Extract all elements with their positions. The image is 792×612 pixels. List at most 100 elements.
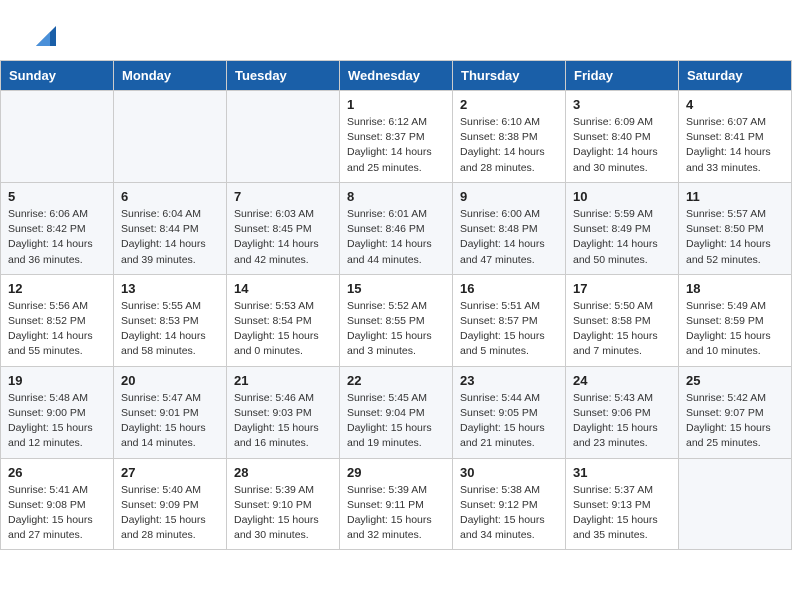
day-number: 25 bbox=[686, 373, 784, 388]
calendar-cell: 13 Sunrise: 5:55 AM Sunset: 8:53 PM Dayli… bbox=[114, 274, 227, 366]
day-info: Sunrise: 5:59 AM Sunset: 8:49 PM Dayligh… bbox=[573, 207, 671, 268]
day-info: Sunrise: 5:37 AM Sunset: 9:13 PM Dayligh… bbox=[573, 483, 671, 544]
day-info: Sunrise: 6:12 AM Sunset: 8:37 PM Dayligh… bbox=[347, 115, 445, 176]
day-number: 13 bbox=[121, 281, 219, 296]
calendar-cell: 19Sunrise: 5:48 AM Sunset: 9:00 PM Dayli… bbox=[1, 366, 114, 458]
logo bbox=[24, 18, 60, 50]
calendar-cell: 16 Sunrise: 5:51 AM Sunset: 8:57 PM Dayli… bbox=[453, 274, 566, 366]
calendar-cell: 4 Sunrise: 6:07 AM Sunset: 8:41 PM Daylig… bbox=[679, 91, 792, 183]
calendar-cell bbox=[114, 91, 227, 183]
day-number: 8 bbox=[347, 189, 445, 204]
week-row-5: 26 Sunrise: 5:41 AM Sunset: 9:08 PM Dayli… bbox=[1, 458, 792, 550]
day-info: Sunrise: 6:10 AM Sunset: 8:38 PM Dayligh… bbox=[460, 115, 558, 176]
day-info: Sunrise: 5:46 AM Sunset: 9:03 PM Dayligh… bbox=[234, 391, 332, 452]
calendar-cell: 29 Sunrise: 5:39 AM Sunset: 9:11 PM Dayli… bbox=[340, 458, 453, 550]
day-number: 17 bbox=[573, 281, 671, 296]
day-number: 7 bbox=[234, 189, 332, 204]
day-info: Sunrise: 5:38 AM Sunset: 9:12 PM Dayligh… bbox=[460, 483, 558, 544]
calendar-cell: 20 Sunrise: 5:47 AM Sunset: 9:01 PM Dayli… bbox=[114, 366, 227, 458]
day-number: 31 bbox=[573, 465, 671, 480]
calendar-cell: 2Sunrise: 6:10 AM Sunset: 8:38 PM Daylig… bbox=[453, 91, 566, 183]
day-info: Sunrise: 5:57 AM Sunset: 8:50 PM Dayligh… bbox=[686, 207, 784, 268]
day-info: Sunrise: 5:39 AM Sunset: 9:10 PM Dayligh… bbox=[234, 483, 332, 544]
day-number: 3 bbox=[573, 97, 671, 112]
day-number: 18 bbox=[686, 281, 784, 296]
day-info: Sunrise: 5:45 AM Sunset: 9:04 PM Dayligh… bbox=[347, 391, 445, 452]
day-info: Sunrise: 5:53 AM Sunset: 8:54 PM Dayligh… bbox=[234, 299, 332, 360]
day-number: 26 bbox=[8, 465, 106, 480]
week-row-4: 19Sunrise: 5:48 AM Sunset: 9:00 PM Dayli… bbox=[1, 366, 792, 458]
day-info: Sunrise: 5:39 AM Sunset: 9:11 PM Dayligh… bbox=[347, 483, 445, 544]
logo-icon bbox=[28, 18, 60, 50]
day-number: 16 bbox=[460, 281, 558, 296]
day-info: Sunrise: 5:55 AM Sunset: 8:53 PM Dayligh… bbox=[121, 299, 219, 360]
day-info: Sunrise: 5:47 AM Sunset: 9:01 PM Dayligh… bbox=[121, 391, 219, 452]
calendar-cell: 11 Sunrise: 5:57 AM Sunset: 8:50 PM Dayli… bbox=[679, 182, 792, 274]
calendar-cell: 6 Sunrise: 6:04 AM Sunset: 8:44 PM Daylig… bbox=[114, 182, 227, 274]
calendar-cell: 14Sunrise: 5:53 AM Sunset: 8:54 PM Dayli… bbox=[227, 274, 340, 366]
day-number: 20 bbox=[121, 373, 219, 388]
day-number: 19 bbox=[8, 373, 106, 388]
week-row-3: 12 Sunrise: 5:56 AM Sunset: 8:52 PM Dayli… bbox=[1, 274, 792, 366]
calendar-cell bbox=[679, 458, 792, 550]
calendar-cell: 17 Sunrise: 5:50 AM Sunset: 8:58 PM Dayli… bbox=[566, 274, 679, 366]
day-number: 21 bbox=[234, 373, 332, 388]
day-number: 12 bbox=[8, 281, 106, 296]
day-info: Sunrise: 5:52 AM Sunset: 8:55 PM Dayligh… bbox=[347, 299, 445, 360]
week-row-2: 5Sunrise: 6:06 AM Sunset: 8:42 PM Daylig… bbox=[1, 182, 792, 274]
calendar-cell bbox=[227, 91, 340, 183]
weekday-header-thursday: Thursday bbox=[453, 61, 566, 91]
calendar-cell: 15 Sunrise: 5:52 AM Sunset: 8:55 PM Dayli… bbox=[340, 274, 453, 366]
day-number: 1 bbox=[347, 97, 445, 112]
day-number: 29 bbox=[347, 465, 445, 480]
day-info: Sunrise: 6:00 AM Sunset: 8:48 PM Dayligh… bbox=[460, 207, 558, 268]
day-info: Sunrise: 6:01 AM Sunset: 8:46 PM Dayligh… bbox=[347, 207, 445, 268]
day-info: Sunrise: 5:42 AM Sunset: 9:07 PM Dayligh… bbox=[686, 391, 784, 452]
calendar-cell bbox=[1, 91, 114, 183]
day-number: 9 bbox=[460, 189, 558, 204]
weekday-header-wednesday: Wednesday bbox=[340, 61, 453, 91]
weekday-header-friday: Friday bbox=[566, 61, 679, 91]
day-number: 4 bbox=[686, 97, 784, 112]
calendar-cell: 10 Sunrise: 5:59 AM Sunset: 8:49 PM Dayli… bbox=[566, 182, 679, 274]
day-info: Sunrise: 6:06 AM Sunset: 8:42 PM Dayligh… bbox=[8, 207, 106, 268]
calendar-cell: 12 Sunrise: 5:56 AM Sunset: 8:52 PM Dayli… bbox=[1, 274, 114, 366]
weekday-header-monday: Monday bbox=[114, 61, 227, 91]
calendar-cell: 31 Sunrise: 5:37 AM Sunset: 9:13 PM Dayli… bbox=[566, 458, 679, 550]
calendar-cell: 24 Sunrise: 5:43 AM Sunset: 9:06 PM Dayli… bbox=[566, 366, 679, 458]
calendar-cell: 30Sunrise: 5:38 AM Sunset: 9:12 PM Dayli… bbox=[453, 458, 566, 550]
day-info: Sunrise: 5:51 AM Sunset: 8:57 PM Dayligh… bbox=[460, 299, 558, 360]
day-number: 24 bbox=[573, 373, 671, 388]
calendar-cell: 9 Sunrise: 6:00 AM Sunset: 8:48 PM Daylig… bbox=[453, 182, 566, 274]
day-info: Sunrise: 5:41 AM Sunset: 9:08 PM Dayligh… bbox=[8, 483, 106, 544]
calendar-cell: 5Sunrise: 6:06 AM Sunset: 8:42 PM Daylig… bbox=[1, 182, 114, 274]
day-number: 6 bbox=[121, 189, 219, 204]
day-number: 11 bbox=[686, 189, 784, 204]
calendar-cell: 27Sunrise: 5:40 AM Sunset: 9:09 PM Dayli… bbox=[114, 458, 227, 550]
weekday-header-sunday: Sunday bbox=[1, 61, 114, 91]
calendar-cell: 22Sunrise: 5:45 AM Sunset: 9:04 PM Dayli… bbox=[340, 366, 453, 458]
calendar-cell: 18Sunrise: 5:49 AM Sunset: 8:59 PM Dayli… bbox=[679, 274, 792, 366]
day-number: 10 bbox=[573, 189, 671, 204]
day-info: Sunrise: 5:43 AM Sunset: 9:06 PM Dayligh… bbox=[573, 391, 671, 452]
day-number: 15 bbox=[347, 281, 445, 296]
calendar-cell: 26 Sunrise: 5:41 AM Sunset: 9:08 PM Dayli… bbox=[1, 458, 114, 550]
header bbox=[0, 0, 792, 60]
day-number: 28 bbox=[234, 465, 332, 480]
day-info: Sunrise: 6:03 AM Sunset: 8:45 PM Dayligh… bbox=[234, 207, 332, 268]
week-row-1: 1 Sunrise: 6:12 AM Sunset: 8:37 PM Daylig… bbox=[1, 91, 792, 183]
calendar-cell: 8 Sunrise: 6:01 AM Sunset: 8:46 PM Daylig… bbox=[340, 182, 453, 274]
day-info: Sunrise: 5:56 AM Sunset: 8:52 PM Dayligh… bbox=[8, 299, 106, 360]
calendar-cell: 21 Sunrise: 5:46 AM Sunset: 9:03 PM Dayli… bbox=[227, 366, 340, 458]
calendar: SundayMondayTuesdayWednesdayThursdayFrid… bbox=[0, 60, 792, 550]
weekday-header-row: SundayMondayTuesdayWednesdayThursdayFrid… bbox=[1, 61, 792, 91]
day-info: Sunrise: 6:09 AM Sunset: 8:40 PM Dayligh… bbox=[573, 115, 671, 176]
day-info: Sunrise: 5:50 AM Sunset: 8:58 PM Dayligh… bbox=[573, 299, 671, 360]
weekday-header-saturday: Saturday bbox=[679, 61, 792, 91]
calendar-cell: 23Sunrise: 5:44 AM Sunset: 9:05 PM Dayli… bbox=[453, 366, 566, 458]
day-info: Sunrise: 6:04 AM Sunset: 8:44 PM Dayligh… bbox=[121, 207, 219, 268]
calendar-cell: 28 Sunrise: 5:39 AM Sunset: 9:10 PM Dayli… bbox=[227, 458, 340, 550]
calendar-cell: 7 Sunrise: 6:03 AM Sunset: 8:45 PM Daylig… bbox=[227, 182, 340, 274]
day-info: Sunrise: 6:07 AM Sunset: 8:41 PM Dayligh… bbox=[686, 115, 784, 176]
day-info: Sunrise: 5:44 AM Sunset: 9:05 PM Dayligh… bbox=[460, 391, 558, 452]
